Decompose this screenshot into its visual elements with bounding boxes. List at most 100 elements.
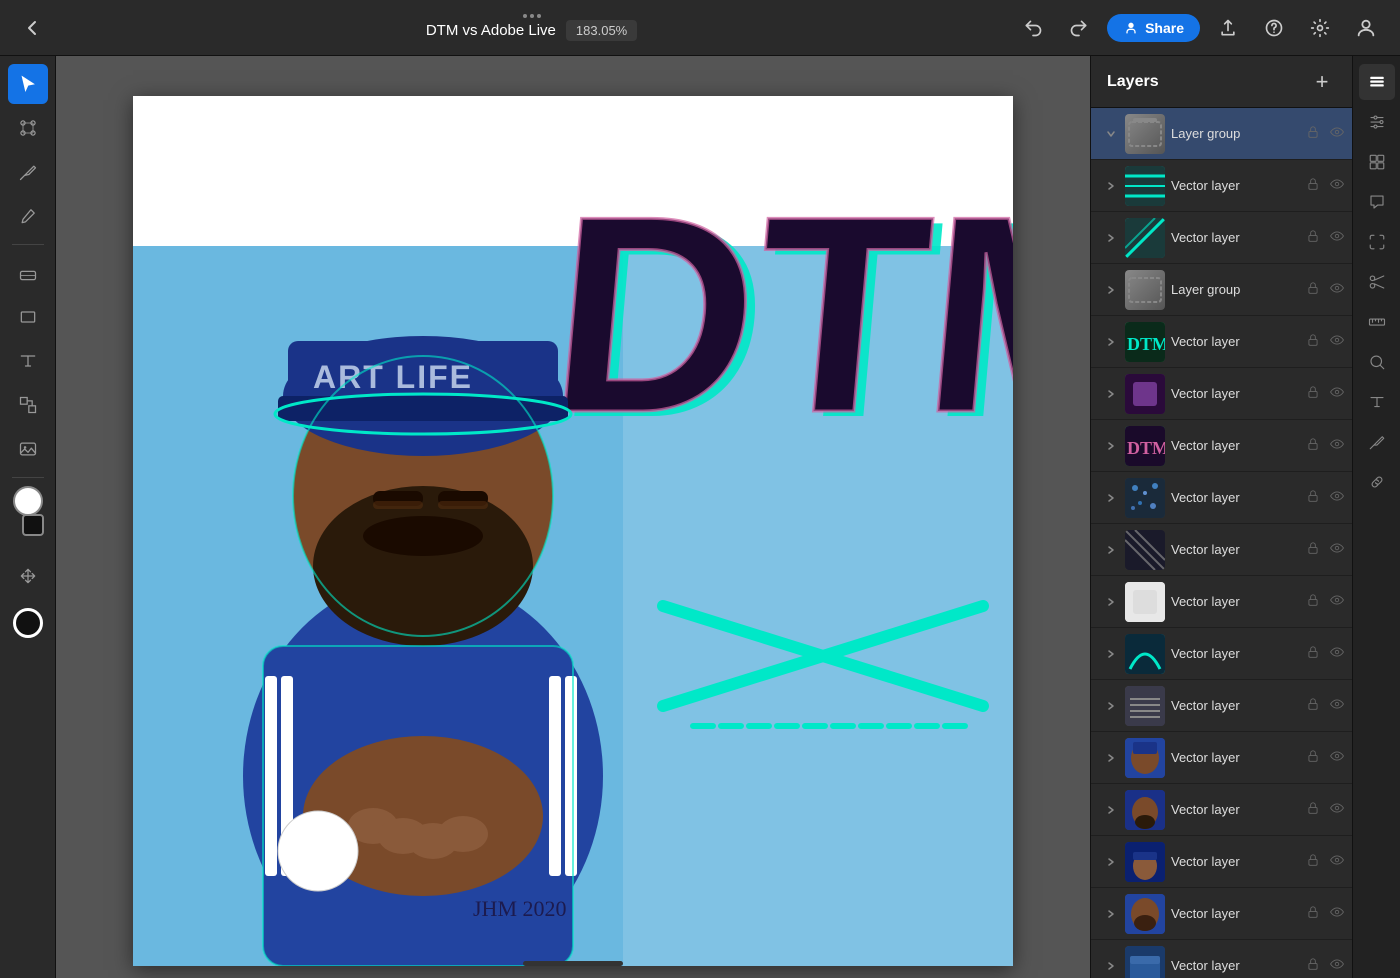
- primary-color[interactable]: [13, 486, 43, 516]
- layer-item[interactable]: Vector layer: [1091, 368, 1352, 420]
- layer-chevron[interactable]: [1103, 285, 1119, 295]
- layer-lock-icon[interactable]: [1306, 957, 1320, 974]
- layer-item[interactable]: Layer group: [1091, 108, 1352, 160]
- image-tool[interactable]: [8, 429, 48, 469]
- pen-icon-btn[interactable]: [1359, 424, 1395, 460]
- stroke-color[interactable]: [13, 608, 43, 638]
- layer-visibility-icon[interactable]: [1330, 593, 1344, 610]
- layer-visibility-icon[interactable]: [1330, 125, 1344, 142]
- layer-chevron[interactable]: [1103, 961, 1119, 971]
- layer-lock-icon[interactable]: [1306, 541, 1320, 558]
- layer-lock-icon[interactable]: [1306, 697, 1320, 714]
- rectangle-tool[interactable]: [8, 297, 48, 337]
- layer-visibility-icon[interactable]: [1330, 541, 1344, 558]
- layer-lock-icon[interactable]: [1306, 125, 1320, 142]
- layer-lock-icon[interactable]: [1306, 905, 1320, 922]
- layer-item[interactable]: Vector layer: [1091, 680, 1352, 732]
- export-button[interactable]: [1210, 10, 1246, 46]
- help-button[interactable]: [1256, 10, 1292, 46]
- layer-chevron[interactable]: [1103, 129, 1119, 139]
- layer-item[interactable]: Vector layer: [1091, 212, 1352, 264]
- layer-item[interactable]: Vector layer: [1091, 940, 1352, 978]
- layer-chevron[interactable]: [1103, 857, 1119, 867]
- layer-visibility-icon[interactable]: [1330, 801, 1344, 818]
- adjustments-icon-btn[interactable]: [1359, 104, 1395, 140]
- layer-visibility-icon[interactable]: [1330, 333, 1344, 350]
- layer-lock-icon[interactable]: [1306, 593, 1320, 610]
- undo-button[interactable]: [1015, 10, 1051, 46]
- eraser-tool[interactable]: [8, 253, 48, 293]
- layer-item[interactable]: Layer group: [1091, 264, 1352, 316]
- layer-item[interactable]: Vector layer: [1091, 576, 1352, 628]
- layer-chevron[interactable]: [1103, 597, 1119, 607]
- layer-visibility-icon[interactable]: [1330, 853, 1344, 870]
- layer-chevron[interactable]: [1103, 753, 1119, 763]
- layer-item[interactable]: Vector layer: [1091, 472, 1352, 524]
- layer-lock-icon[interactable]: [1306, 645, 1320, 662]
- layer-lock-icon[interactable]: [1306, 853, 1320, 870]
- layer-visibility-icon[interactable]: [1330, 437, 1344, 454]
- layer-item[interactable]: DTM Vector layer: [1091, 316, 1352, 368]
- layer-item[interactable]: Vector layer: [1091, 888, 1352, 940]
- layer-visibility-icon[interactable]: [1330, 957, 1344, 974]
- zoom-level[interactable]: 183.05%: [566, 20, 637, 41]
- transform-icon-btn[interactable]: [1359, 224, 1395, 260]
- layer-visibility-icon[interactable]: [1330, 177, 1344, 194]
- link-icon-btn[interactable]: [1359, 464, 1395, 500]
- add-layer-button[interactable]: +: [1308, 68, 1336, 96]
- pencil-tool[interactable]: [8, 196, 48, 236]
- scissors-icon-btn[interactable]: [1359, 264, 1395, 300]
- ruler-icon-btn[interactable]: [1359, 304, 1395, 340]
- settings-button[interactable]: [1302, 10, 1338, 46]
- layer-visibility-icon[interactable]: [1330, 385, 1344, 402]
- layer-visibility-icon[interactable]: [1330, 645, 1344, 662]
- layer-lock-icon[interactable]: [1306, 801, 1320, 818]
- layer-lock-icon[interactable]: [1306, 333, 1320, 350]
- select-tool[interactable]: [8, 64, 48, 104]
- layer-item[interactable]: Vector layer: [1091, 836, 1352, 888]
- layer-chevron[interactable]: [1103, 805, 1119, 815]
- layer-item[interactable]: Vector layer: [1091, 160, 1352, 212]
- layer-chevron[interactable]: [1103, 181, 1119, 191]
- layer-item[interactable]: DTM Vector layer: [1091, 420, 1352, 472]
- layer-visibility-icon[interactable]: [1330, 749, 1344, 766]
- move-tool[interactable]: [8, 556, 48, 596]
- pen-tool[interactable]: [8, 152, 48, 192]
- layer-item[interactable]: Vector layer: [1091, 784, 1352, 836]
- layer-lock-icon[interactable]: [1306, 385, 1320, 402]
- back-button[interactable]: [16, 12, 48, 44]
- canvas-area[interactable]: DTM DTM DTM: [56, 56, 1090, 978]
- layer-lock-icon[interactable]: [1306, 229, 1320, 246]
- grid-icon-btn[interactable]: [1359, 144, 1395, 180]
- layer-item[interactable]: Vector layer: [1091, 628, 1352, 680]
- account-button[interactable]: [1348, 10, 1384, 46]
- layer-visibility-icon[interactable]: [1330, 281, 1344, 298]
- layers-icon-btn[interactable]: [1359, 64, 1395, 100]
- layer-chevron[interactable]: [1103, 337, 1119, 347]
- search-icon-btn[interactable]: [1359, 344, 1395, 380]
- layer-visibility-icon[interactable]: [1330, 905, 1344, 922]
- share-button[interactable]: Share: [1107, 14, 1200, 42]
- layer-chevron[interactable]: [1103, 545, 1119, 555]
- layer-lock-icon[interactable]: [1306, 489, 1320, 506]
- layer-visibility-icon[interactable]: [1330, 489, 1344, 506]
- layer-chevron[interactable]: [1103, 909, 1119, 919]
- comment-icon-btn[interactable]: [1359, 184, 1395, 220]
- layer-chevron[interactable]: [1103, 701, 1119, 711]
- layer-item[interactable]: Vector layer: [1091, 732, 1352, 784]
- layer-chevron[interactable]: [1103, 649, 1119, 659]
- layer-lock-icon[interactable]: [1306, 281, 1320, 298]
- text-tool[interactable]: [8, 341, 48, 381]
- layer-visibility-icon[interactable]: [1330, 697, 1344, 714]
- layer-chevron[interactable]: [1103, 493, 1119, 503]
- layer-chevron[interactable]: [1103, 233, 1119, 243]
- layer-chevron[interactable]: [1103, 441, 1119, 451]
- layer-lock-icon[interactable]: [1306, 177, 1320, 194]
- secondary-color[interactable]: [22, 514, 44, 536]
- layer-lock-icon[interactable]: [1306, 749, 1320, 766]
- redo-button[interactable]: [1061, 10, 1097, 46]
- transform-tool[interactable]: [8, 385, 48, 425]
- text-icon-btn[interactable]: [1359, 384, 1395, 420]
- layer-item[interactable]: Vector layer: [1091, 524, 1352, 576]
- layer-lock-icon[interactable]: [1306, 437, 1320, 454]
